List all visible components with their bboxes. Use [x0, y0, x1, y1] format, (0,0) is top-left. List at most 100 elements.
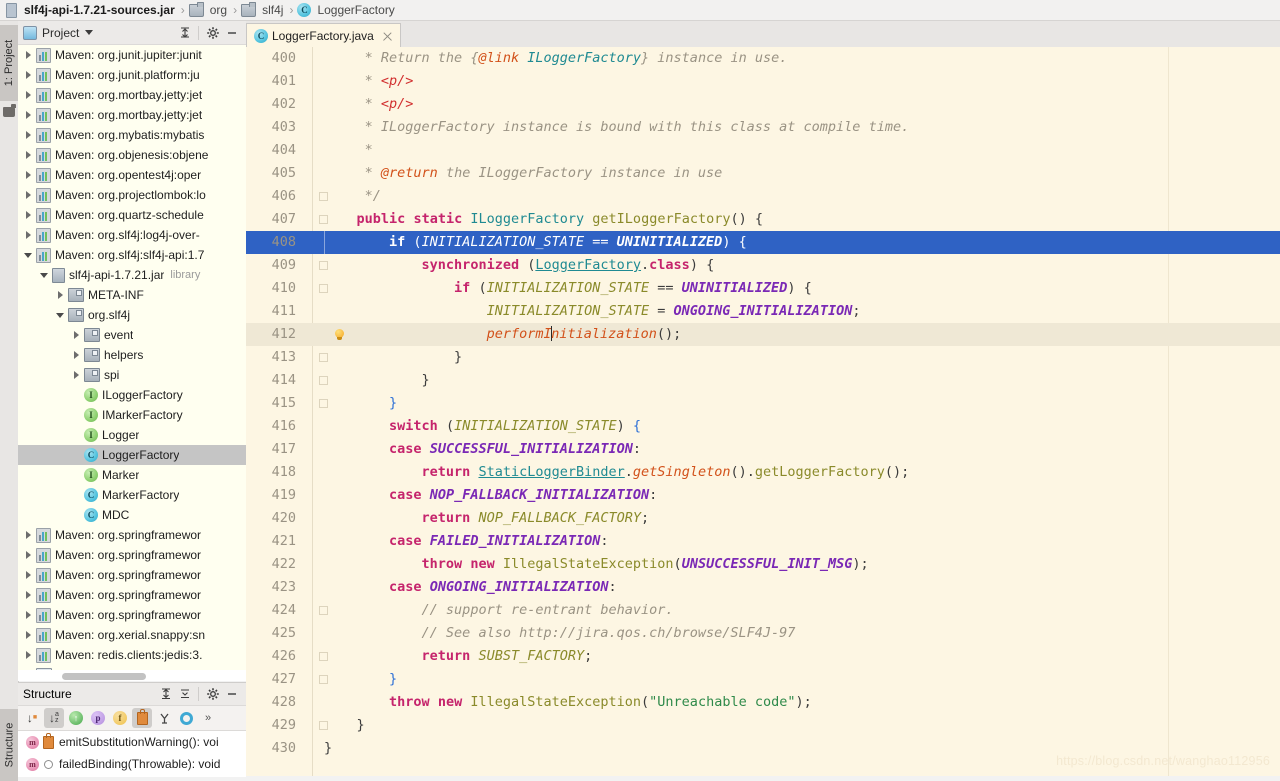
tree-item[interactable]: C LoggerFactory [18, 445, 246, 465]
code-line[interactable]: * @return the ILoggerFactory instance in… [324, 162, 723, 185]
tool-tab-project[interactable]: 1: Project [0, 25, 18, 101]
code-line[interactable]: case NOP_FALLBACK_INITIALIZATION: [324, 484, 657, 507]
tree-item[interactable]: Maven: org.springframewor [18, 525, 246, 545]
code-line[interactable]: // support re-entrant behavior. [324, 599, 674, 622]
show-properties-icon[interactable]: p [88, 708, 108, 728]
tree-item[interactable]: Maven: redis.clients:jedis:3. [18, 645, 246, 665]
tree-item[interactable]: META-INF [18, 285, 246, 305]
chevron-right-icon[interactable] [24, 90, 33, 100]
code-line[interactable]: public static ILoggerFactory getILoggerF… [324, 208, 763, 231]
code-line[interactable]: synchronized (LoggerFactory.class) { [324, 254, 715, 277]
code-line[interactable]: if (INITIALIZATION_STATE == UNINITIALIZE… [324, 231, 747, 254]
code-line[interactable]: * Return the {@link ILoggerFactory} inst… [324, 47, 788, 70]
tree-item[interactable]: Maven: org.opentest4j:oper [18, 165, 246, 185]
code-area[interactable]: 400 401 402 403 404 405 406 407 408 409 410 411 412 4… [246, 47, 1280, 776]
tree-item[interactable]: Maven: org.quartz-schedule [18, 205, 246, 225]
tree-item[interactable]: Maven: org.junit.jupiter:junit [18, 45, 246, 65]
sort-by-visibility-icon[interactable]: ↓ ■ [22, 708, 42, 728]
code-line[interactable]: case FAILED_INITIALIZATION: [324, 530, 608, 553]
tree-item[interactable]: slf4j-api-1.7.21.jar library [18, 265, 246, 285]
autoscroll-icon[interactable] [176, 708, 196, 728]
code-line[interactable]: throw new IllegalStateException(UNSUCCES… [324, 553, 869, 576]
tree-item[interactable]: Maven: org.slf4j:slf4j-api:1.7 [18, 245, 246, 265]
tree-item[interactable]: Maven: org.projectlombok:lo [18, 185, 246, 205]
code-line[interactable]: switch (INITIALIZATION_STATE) { [324, 415, 641, 438]
tree-item[interactable]: Maven: org.xerial.snappy:sn [18, 625, 246, 645]
editor-tab-loggerfactory[interactable]: C LoggerFactory.java [246, 23, 401, 48]
code-text[interactable]: * Return the {@link ILoggerFactory} inst… [324, 47, 1280, 776]
breadcrumb-item-jar[interactable]: slf4j-api-1.7.21-sources.jar [6, 0, 177, 21]
chevron-right-icon[interactable] [56, 290, 65, 300]
minimize-icon[interactable] [223, 24, 241, 42]
chevron-down-icon[interactable] [24, 251, 33, 260]
tree-item[interactable]: org.slf4j [18, 305, 246, 325]
breadcrumb-item-class[interactable]: C LoggerFactory [297, 0, 396, 21]
gear-icon[interactable] [204, 24, 222, 42]
chevron-right-icon[interactable] [72, 350, 81, 360]
chevron-down-icon[interactable] [85, 30, 94, 35]
tree-item[interactable]: Maven: org.mybatis:mybatis [18, 125, 246, 145]
tree-item[interactable]: spi [18, 365, 246, 385]
chevron-right-icon[interactable] [24, 150, 33, 160]
code-line[interactable]: throw new IllegalStateException("Unreach… [324, 691, 812, 714]
chevron-right-icon[interactable] [24, 610, 33, 620]
chevron-right-icon[interactable] [24, 190, 33, 200]
chevron-right-icon[interactable] [24, 70, 33, 80]
chevron-right-icon[interactable] [72, 370, 81, 380]
code-line[interactable]: } [324, 369, 430, 392]
code-line[interactable]: } [324, 714, 365, 737]
code-line[interactable]: */ [324, 185, 381, 208]
code-line[interactable]: return NOP_FALLBACK_FACTORY; [324, 507, 650, 530]
tree-item[interactable]: Maven: org.springframewor [18, 565, 246, 585]
breadcrumb-item-org[interactable]: org [188, 0, 229, 21]
breadcrumb-item-slf4j[interactable]: slf4j [241, 0, 285, 21]
code-line[interactable]: * <p/> [324, 70, 414, 93]
show-inherited-icon[interactable]: ↑ [66, 708, 86, 728]
overflow-icon[interactable]: » [198, 708, 218, 728]
tree-item[interactable]: Maven: org.springframewor [18, 545, 246, 565]
project-tree-hscrollbar[interactable] [62, 673, 146, 680]
tree-item[interactable]: I Marker [18, 465, 246, 485]
chevron-right-icon[interactable] [24, 570, 33, 580]
structure-row[interactable]: m failedBinding(Throwable): void [18, 753, 246, 775]
chevron-right-icon[interactable] [24, 650, 33, 660]
collapse-all-icon[interactable] [176, 24, 194, 42]
chevron-right-icon[interactable] [24, 550, 33, 560]
tree-item[interactable]: C MarkerFactory [18, 485, 246, 505]
show-anonymous-classes-icon[interactable] [154, 708, 174, 728]
code-line[interactable]: * <p/> [324, 93, 414, 116]
chevron-right-icon[interactable] [24, 130, 33, 140]
show-fields-icon[interactable]: f [110, 708, 130, 728]
code-line[interactable]: case SUCCESSFUL_INITIALIZATION: [324, 438, 641, 461]
tree-item[interactable]: I Logger [18, 425, 246, 445]
tool-tab-structure[interactable]: Structure [0, 709, 18, 781]
chevron-right-icon[interactable] [24, 590, 33, 600]
chevron-right-icon[interactable] [24, 110, 33, 120]
chevron-right-icon[interactable] [24, 50, 33, 60]
sort-alphabetically-icon[interactable]: ↓ a z [44, 708, 64, 728]
code-line[interactable]: } [324, 392, 397, 415]
chevron-down-icon[interactable] [56, 311, 65, 320]
expand-all-icon[interactable] [157, 685, 175, 703]
tree-item[interactable]: Maven: org.junit.platform:ju [18, 65, 246, 85]
tree-item[interactable]: event [18, 325, 246, 345]
tree-item[interactable]: I IMarkerFactory [18, 405, 246, 425]
code-line[interactable]: INITIALIZATION_STATE = ONGOING_INITIALIZ… [324, 300, 861, 323]
code-line[interactable]: case ONGOING_INITIALIZATION: [324, 576, 617, 599]
chevron-right-icon[interactable] [72, 330, 81, 340]
code-line[interactable]: // See also http://jira.qos.ch/browse/SL… [324, 622, 796, 645]
code-line[interactable]: } [324, 737, 332, 760]
tree-item[interactable]: Maven: org.mortbay.jetty:jet [18, 105, 246, 125]
code-line[interactable]: * [324, 139, 373, 162]
code-line[interactable]: } [324, 346, 462, 369]
tree-item[interactable]: Maven: org.springframewor [18, 585, 246, 605]
tree-item[interactable]: C MDC [18, 505, 246, 525]
chevron-right-icon[interactable] [24, 170, 33, 180]
close-icon[interactable] [382, 31, 393, 42]
structure-list[interactable]: m emitSubstitutionWarning(): voi m failedBi… [18, 731, 246, 775]
chevron-right-icon[interactable] [24, 630, 33, 640]
chevron-right-icon[interactable] [24, 210, 33, 220]
code-line[interactable]: if (INITIALIZATION_STATE == UNINITIALIZE… [324, 277, 812, 300]
tree-item[interactable]: Maven: org.mortbay.jetty:jet [18, 85, 246, 105]
tree-item[interactable]: Maven: org.slf4j:log4j-over- [18, 225, 246, 245]
